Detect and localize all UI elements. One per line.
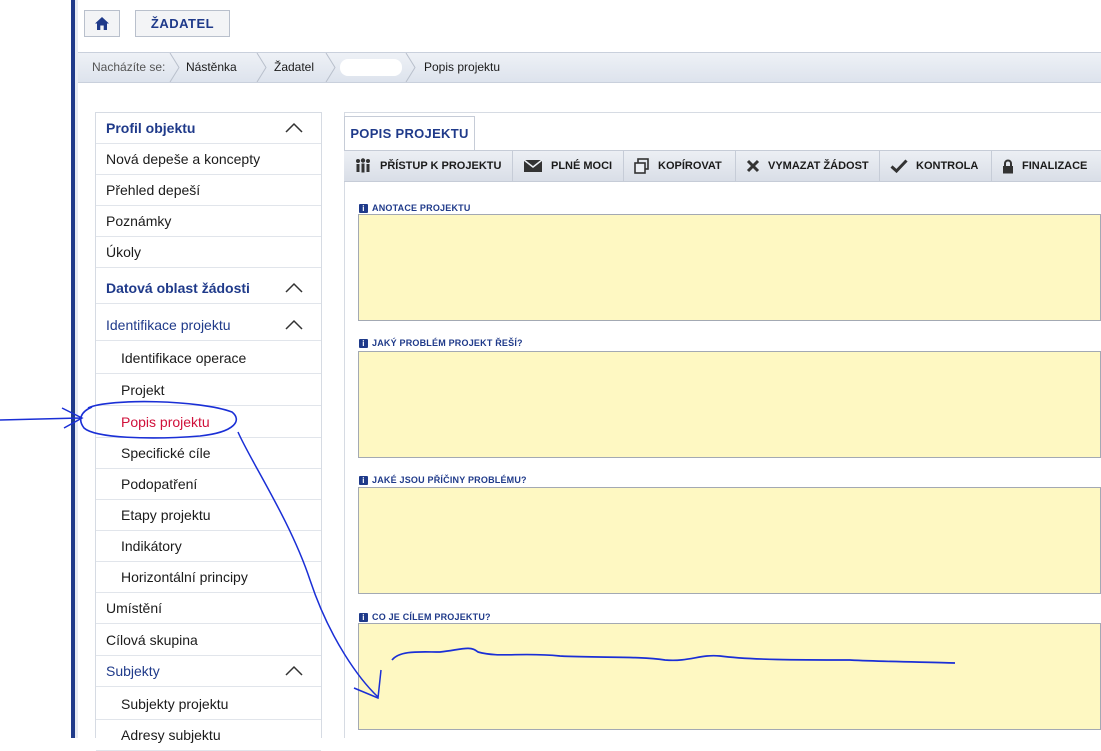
toolbar-label: KONTROLA xyxy=(916,160,979,172)
toolbar: PŘÍSTUP K PROJEKTU PLNÉ MOCI KOPÍROVAT V… xyxy=(344,150,1101,182)
problem-field[interactable] xyxy=(358,351,1101,458)
info-icon: i xyxy=(359,338,368,348)
x-icon xyxy=(746,159,760,173)
people-icon xyxy=(356,158,370,173)
breadcrumb-separator-icon xyxy=(169,53,180,82)
top-bar xyxy=(78,0,1101,42)
info-icon: i xyxy=(359,612,368,622)
sidebar-item-subjekty-projektu[interactable]: Subjekty projektu xyxy=(96,689,321,720)
sidebar-item-identifikace-operace[interactable]: Identifikace operace xyxy=(96,343,321,374)
sidebar-item-nova-depese[interactable]: Nová depeše a koncepty xyxy=(96,144,321,175)
sidebar-item-popis-projektu[interactable]: Popis projektu xyxy=(96,407,321,438)
sidebar: Profil objektu Nová depeše a koncepty Př… xyxy=(95,112,322,751)
sidebar-item-projekt[interactable]: Projekt xyxy=(96,375,321,406)
check-button[interactable]: KONTROLA xyxy=(880,151,992,181)
sidebar-item-adresy-subjektu[interactable]: Adresy subjektu xyxy=(96,720,321,751)
toolbar-label: KOPÍROVAT xyxy=(658,160,722,172)
priciny-field[interactable] xyxy=(358,487,1101,594)
sidebar-item-label: Profil objektu xyxy=(106,120,196,136)
breadcrumb-prefix: Nacházíte se: xyxy=(92,60,166,74)
sidebar-item-label: Podopatření xyxy=(121,476,198,492)
breadcrumb-redacted xyxy=(340,59,402,76)
toolbar-label: PŘÍSTUP K PROJEKTU xyxy=(380,160,502,172)
breadcrumb-item-current: Popis projektu xyxy=(424,60,501,74)
sidebar-item-identifikace-projektu[interactable]: Identifikace projektu xyxy=(96,310,321,341)
access-button[interactable]: PŘÍSTUP K PROJEKTU xyxy=(344,151,513,181)
breadcrumb-item-nastenka[interactable]: Nástěnka xyxy=(186,60,237,74)
sidebar-item-label: Projekt xyxy=(121,382,165,398)
tab-popis-projektu[interactable]: POPIS PROJEKTU xyxy=(344,116,475,150)
sidebar-item-subjekty[interactable]: Subjekty xyxy=(96,656,321,687)
power-of-attorney-button[interactable]: PLNÉ MOCI xyxy=(513,151,624,181)
sidebar-item-label: Adresy subjektu xyxy=(121,727,221,743)
info-icon: i xyxy=(359,203,368,213)
sidebar-item-label: Cílová skupina xyxy=(106,632,198,648)
annotation-arrow-icon xyxy=(0,407,84,429)
sidebar-item-prehled-depesi[interactable]: Přehled depeší xyxy=(96,175,321,206)
sidebar-item-ukoly[interactable]: Úkoly xyxy=(96,237,321,268)
toolbar-label: VYMAZAT ŽÁDOST xyxy=(768,160,869,172)
sidebar-item-umisteni[interactable]: Umístění xyxy=(96,593,321,624)
lock-icon xyxy=(1003,159,1013,173)
toolbar-label: FINALIZACE xyxy=(1022,160,1088,172)
check-icon xyxy=(890,159,908,173)
copy-icon xyxy=(634,158,649,174)
chevron-up-icon xyxy=(285,282,303,293)
sidebar-item-label: Etapy projektu xyxy=(121,507,211,523)
field-label-priciny: i JAKÉ JSOU PŘÍČINY PROBLÉMU? xyxy=(359,475,527,485)
field-label-anotace: i ANOTACE PROJEKTU xyxy=(359,203,471,213)
sidebar-item-specificke-cile[interactable]: Specifické cíle xyxy=(96,438,321,469)
sidebar-item-label: Specifické cíle xyxy=(121,445,211,461)
home-icon xyxy=(95,17,109,30)
sidebar-item-label: Úkoly xyxy=(106,244,142,260)
sidebar-item-label: Subjekty xyxy=(106,663,160,679)
sidebar-item-profil-objektu[interactable]: Profil objektu xyxy=(96,113,321,144)
sidebar-item-label: Nová depeše a koncepty xyxy=(106,151,261,167)
sidebar-item-label: Identifikace projektu xyxy=(106,317,231,333)
sidebar-item-podopatreni[interactable]: Podopatření xyxy=(96,469,321,500)
copy-button[interactable]: KOPÍROVAT xyxy=(624,151,736,181)
sidebar-item-label: Horizontální principy xyxy=(121,569,248,585)
sidebar-item-label: Poznámky xyxy=(106,213,172,229)
breadcrumb: Nacházíte se: Nástěnka Žadatel Popis pro… xyxy=(78,52,1101,83)
finalize-button[interactable]: FINALIZACE xyxy=(992,151,1101,181)
sidebar-item-label: Indikátory xyxy=(121,538,182,554)
field-label-problem: i JAKÝ PROBLÉM PROJEKT ŘEŠÍ? xyxy=(359,338,523,348)
role-button[interactable]: ŽADATEL xyxy=(135,10,230,37)
sidebar-item-indikatory[interactable]: Indikátory xyxy=(96,531,321,562)
envelope-icon xyxy=(523,159,543,172)
sidebar-item-etapy-projektu[interactable]: Etapy projektu xyxy=(96,500,321,531)
breadcrumb-separator-icon xyxy=(405,53,416,82)
sidebar-item-label: Datová oblast žádosti xyxy=(106,280,250,296)
sidebar-item-horizontalni-principy[interactable]: Horizontální principy xyxy=(96,562,321,593)
sidebar-item-label: Přehled depeší xyxy=(106,182,201,198)
info-icon: i xyxy=(359,475,368,485)
sidebar-item-label: Identifikace operace xyxy=(121,350,247,366)
sidebar-item-cilova-skupina[interactable]: Cílová skupina xyxy=(96,625,321,656)
sidebar-item-label: Umístění xyxy=(106,600,163,616)
chevron-up-icon xyxy=(285,319,303,330)
toolbar-label: PLNÉ MOCI xyxy=(551,160,613,172)
anotace-projektu-field[interactable] xyxy=(358,214,1101,321)
home-button[interactable] xyxy=(84,10,120,37)
breadcrumb-separator-icon xyxy=(325,53,336,82)
field-label-cil: i CO JE CÍLEM PROJEKTU? xyxy=(359,612,491,622)
sidebar-item-label: Popis projektu xyxy=(121,414,210,430)
sidebar-item-datova-oblast[interactable]: Datová oblast žádosti xyxy=(96,273,321,304)
breadcrumb-separator-icon xyxy=(256,53,267,82)
cil-projektu-field[interactable] xyxy=(358,623,1101,730)
sidebar-item-label: Subjekty projektu xyxy=(121,696,229,712)
chevron-up-icon xyxy=(285,665,303,676)
sidebar-item-poznamky[interactable]: Poznámky xyxy=(96,206,321,237)
delete-application-button[interactable]: VYMAZAT ŽÁDOST xyxy=(736,151,880,181)
breadcrumb-item-zadatel[interactable]: Žadatel xyxy=(274,60,314,74)
left-accent-shadow xyxy=(75,0,78,738)
chevron-up-icon xyxy=(285,122,303,133)
